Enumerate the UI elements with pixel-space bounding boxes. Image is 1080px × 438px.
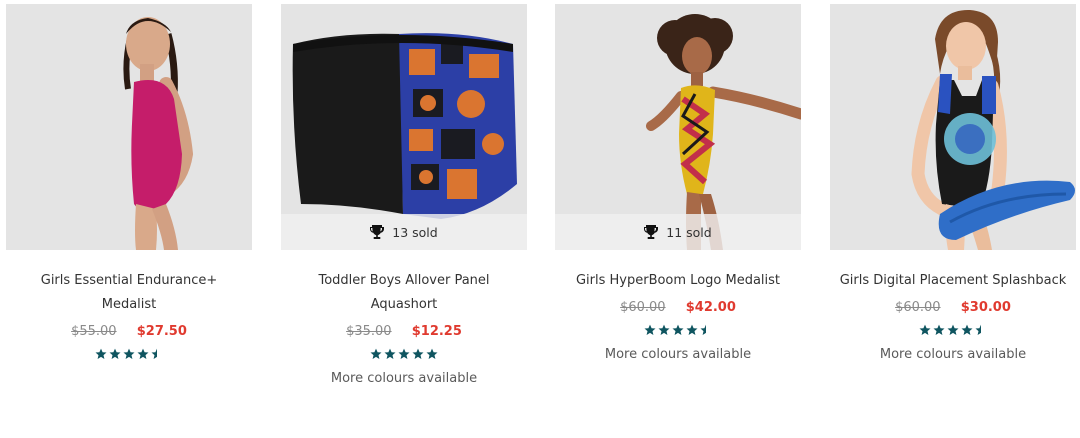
- star-icon: [700, 324, 706, 335]
- product-image[interactable]: 11 sold: [555, 4, 801, 250]
- star-icon: [672, 324, 684, 335]
- star-icon: [975, 324, 981, 335]
- product-card[interactable]: 11 sold Girls HyperBoom Logo Medalist $6…: [555, 4, 801, 362]
- more-colours-link[interactable]: More colours available: [830, 347, 1076, 362]
- star-icon: [947, 324, 959, 335]
- product-title[interactable]: Toddler Boys Allover Panel Aquashort: [281, 269, 527, 317]
- star-rating: [830, 324, 1076, 338]
- price-row: $35.00 $12.25: [281, 322, 527, 342]
- product-title[interactable]: Girls Essential Endurance+ Medalist: [6, 269, 252, 317]
- product-title[interactable]: Girls Digital Placement Splashback: [830, 269, 1076, 293]
- star-icon: [961, 324, 973, 335]
- star-icon: [412, 348, 424, 359]
- product-card[interactable]: Girls Essential Endurance+ Medalist $55.…: [6, 4, 252, 362]
- star-rating: [6, 348, 252, 362]
- original-price: $35.00: [346, 324, 392, 339]
- star-icon: [123, 348, 135, 359]
- star-icon: [95, 348, 107, 359]
- more-colours-link[interactable]: More colours available: [555, 347, 801, 362]
- original-price: $60.00: [620, 300, 666, 315]
- sale-price: $42.00: [685, 300, 736, 315]
- sold-count: 11 sold: [666, 224, 712, 240]
- star-icon: [370, 348, 382, 359]
- star-icon: [151, 348, 157, 359]
- sold-count: 13 sold: [392, 224, 438, 240]
- star-icon: [398, 348, 410, 359]
- product-card[interactable]: 13 sold Toddler Boys Allover Panel Aquas…: [281, 4, 527, 386]
- star-icon: [644, 324, 656, 335]
- star-icon: [109, 348, 121, 359]
- star-icon: [658, 324, 670, 335]
- star-rating: [281, 348, 527, 362]
- product-image[interactable]: [830, 4, 1076, 250]
- sale-price: $30.00: [960, 300, 1011, 315]
- sale-price: $12.25: [411, 324, 462, 339]
- star-icon: [933, 324, 945, 335]
- star-icon: [686, 324, 698, 335]
- price-row: $55.00 $27.50: [6, 322, 252, 342]
- product-grid: Girls Essential Endurance+ Medalist $55.…: [0, 0, 1080, 438]
- sale-price: $27.50: [136, 324, 187, 339]
- product-title[interactable]: Girls HyperBoom Logo Medalist: [555, 269, 801, 293]
- price-row: $60.00 $42.00: [555, 298, 801, 318]
- trophy-icon: [370, 225, 385, 239]
- product-image[interactable]: 13 sold: [281, 4, 527, 250]
- price-row: $60.00 $30.00: [830, 298, 1076, 318]
- star-rating: [555, 324, 801, 338]
- original-price: $55.00: [71, 324, 117, 339]
- product-image[interactable]: [6, 4, 252, 250]
- star-icon: [384, 348, 396, 359]
- star-icon: [137, 348, 149, 359]
- trophy-icon: [644, 225, 659, 239]
- sold-badge: 11 sold: [555, 214, 801, 250]
- star-icon: [919, 324, 931, 335]
- sold-badge: 13 sold: [281, 214, 527, 250]
- original-price: $60.00: [895, 300, 941, 315]
- more-colours-link[interactable]: More colours available: [281, 371, 527, 386]
- star-icon: [426, 348, 438, 359]
- product-card[interactable]: Girls Digital Placement Splashback $60.0…: [830, 4, 1076, 362]
